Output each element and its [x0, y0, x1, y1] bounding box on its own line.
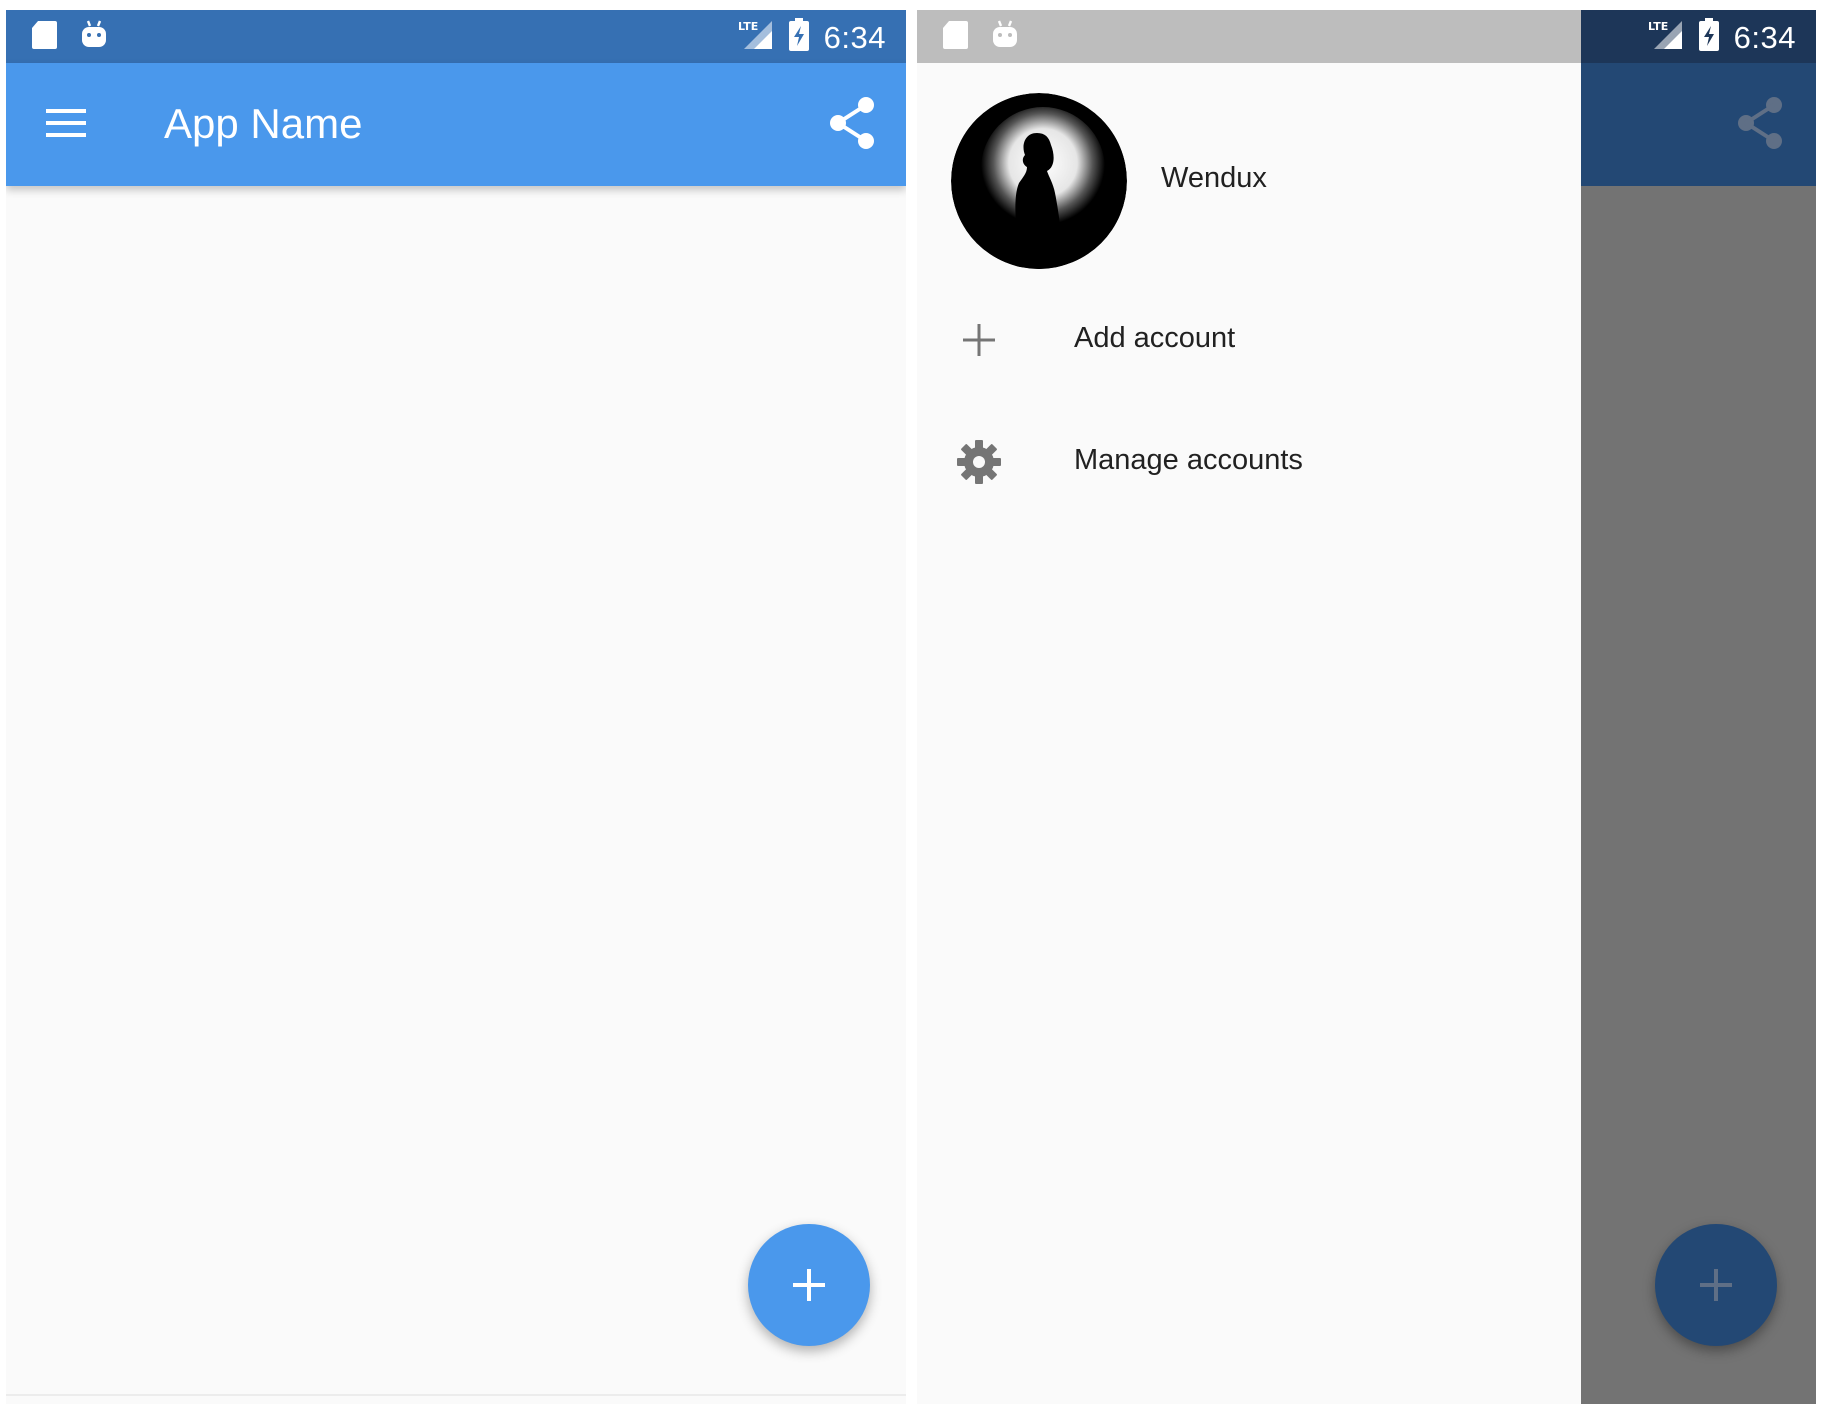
- plus-icon: [955, 316, 1003, 364]
- svg-text:LTE: LTE: [738, 20, 758, 33]
- account-name: Wendux: [1161, 162, 1267, 194]
- drawer-scrim[interactable]: LTE 6:34: [1581, 10, 1816, 1404]
- bottom-divider: [6, 1394, 906, 1396]
- status-time: 6:34: [1733, 19, 1796, 55]
- add-fab[interactable]: [1655, 1224, 1777, 1346]
- main-screen: LTE 6:34 App Name: [6, 10, 906, 1404]
- plus-icon: [1700, 1269, 1732, 1301]
- share-button[interactable]: [826, 95, 878, 151]
- add-fab[interactable]: [748, 1224, 870, 1346]
- android-icon: [80, 19, 108, 56]
- plus-icon: [793, 1269, 825, 1301]
- share-icon: [830, 97, 874, 149]
- battery-charging-icon: [788, 18, 810, 57]
- share-button[interactable]: [1734, 95, 1786, 151]
- app-title: App Name: [164, 100, 363, 147]
- drawer-status-bar: [917, 10, 1581, 63]
- android-icon: [991, 19, 1019, 56]
- sd-card-icon: [30, 19, 58, 56]
- sd-card-icon: [941, 19, 969, 56]
- navigation-drawer: Wendux Add account Manage accounts: [917, 10, 1581, 1404]
- manage-accounts-item[interactable]: Manage accounts: [917, 414, 1581, 510]
- add-account-item[interactable]: Add account: [917, 292, 1581, 388]
- gear-icon: [955, 438, 1003, 486]
- dimmed-app-bar: [1581, 63, 1816, 186]
- status-time: 6:34: [823, 19, 886, 55]
- manage-accounts-label: Manage accounts: [1074, 444, 1303, 476]
- app-bar: App Name: [6, 63, 906, 186]
- drawer-open-screen: LTE 6:34 Wendux Add account Manage accou…: [917, 10, 1816, 1404]
- account-avatar[interactable]: [951, 93, 1127, 269]
- menu-button[interactable]: [44, 103, 90, 143]
- menu-icon: [46, 109, 86, 137]
- battery-charging-icon: [1698, 18, 1720, 57]
- share-icon: [1738, 97, 1782, 149]
- status-bar: LTE 6:34: [6, 10, 906, 63]
- lte-signal-icon: LTE: [1648, 19, 1684, 56]
- svg-text:LTE: LTE: [1648, 20, 1668, 33]
- lte-signal-icon: LTE: [738, 19, 774, 56]
- dimmed-status-bar: LTE 6:34: [1581, 10, 1816, 63]
- add-account-label: Add account: [1074, 322, 1236, 354]
